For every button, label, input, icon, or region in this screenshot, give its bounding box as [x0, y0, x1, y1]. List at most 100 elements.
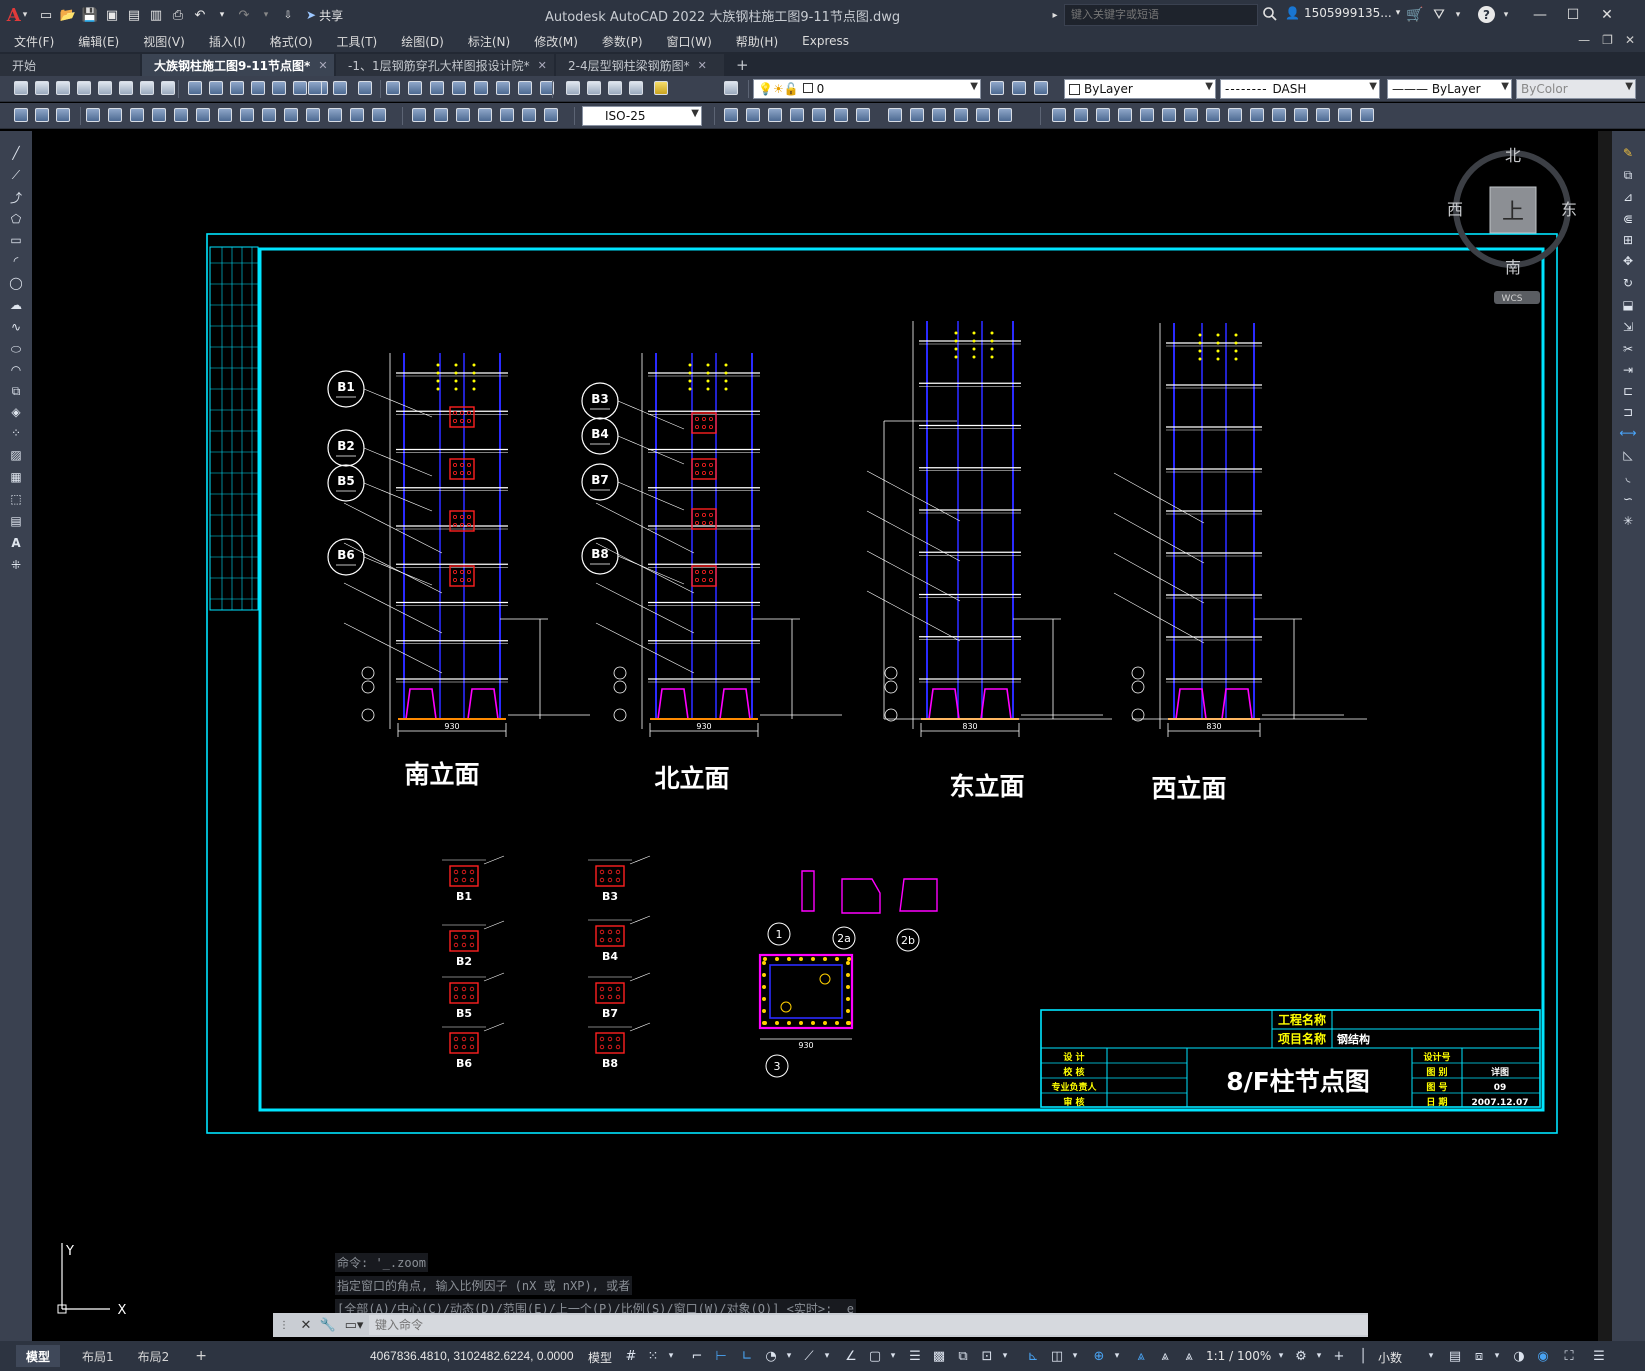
blend-icon[interactable]: ∽	[1620, 491, 1636, 507]
customize-qa-icon[interactable]: ⇩	[278, 5, 298, 25]
menu-modify[interactable]: 修改(M)	[534, 33, 578, 50]
grid-icon[interactable]: #	[622, 1347, 640, 1365]
toolbar-button[interactable]	[326, 106, 344, 124]
rotate-icon[interactable]: ↻	[1620, 275, 1636, 291]
chevron-down-icon[interactable]: ▾	[1497, 6, 1515, 24]
isodraft-icon[interactable]: ⟋	[800, 1347, 818, 1365]
toolbar-button[interactable]	[1138, 106, 1156, 124]
web-mobile-icon[interactable]: ▤	[124, 5, 144, 25]
doc-close-icon[interactable]: ✕	[1625, 33, 1635, 47]
menu-window[interactable]: 窗口(W)	[667, 33, 712, 50]
menu-edit[interactable]: 编辑(E)	[78, 33, 119, 50]
toolbar-button[interactable]	[106, 106, 124, 124]
polyline-icon[interactable]: ⤴	[8, 189, 24, 205]
toolbar-button[interactable]	[410, 106, 428, 124]
menu-insert[interactable]: 插入(I)	[209, 33, 246, 50]
construction-line-icon[interactable]: ⟋	[8, 167, 24, 183]
arc-icon[interactable]: ◜	[8, 253, 24, 269]
close-icon[interactable]: ✕	[295, 1314, 317, 1336]
isolate-objects-icon[interactable]: ◑	[1510, 1347, 1528, 1365]
lineweight-combo[interactable]: ——— ByLayer ▼	[1387, 79, 1512, 99]
region-icon[interactable]: ⬚	[8, 491, 24, 507]
scale-icon[interactable]: ⬓	[1620, 297, 1636, 313]
chevron-down-icon[interactable]: ▾	[996, 1347, 1014, 1365]
toolbar-button[interactable]	[520, 106, 538, 124]
minimize-button[interactable]: —	[1525, 2, 1555, 28]
toolbar-button[interactable]	[54, 106, 72, 124]
array-icon[interactable]: ⊞	[1620, 232, 1636, 248]
rectangle-icon[interactable]: ▭	[8, 232, 24, 248]
open-icon[interactable]: 📂	[58, 5, 78, 25]
save-to-web-icon[interactable]: ▥	[146, 5, 166, 25]
gradient-icon[interactable]: ▦	[8, 469, 24, 485]
multiline-text-icon[interactable]: A	[8, 535, 24, 551]
selection-filter-icon[interactable]: ◫	[1048, 1347, 1066, 1365]
maximize-button[interactable]: ☐	[1558, 2, 1588, 28]
menu-format[interactable]: 格式(O)	[270, 33, 313, 50]
toolbar-button[interactable]	[722, 79, 740, 97]
tab-current-drawing[interactable]: 大族钢柱施工图9-11节点图* ✕	[142, 54, 334, 76]
autodesk-app-icon[interactable]: ⛛	[1430, 6, 1448, 24]
grip-icon[interactable]: ⋮	[273, 1314, 295, 1336]
annotation-visibility-icon[interactable]: ⩓	[1132, 1347, 1150, 1365]
toolbar-button[interactable]	[854, 106, 872, 124]
toolbar-button[interactable]	[84, 106, 102, 124]
toolbar-button[interactable]	[33, 106, 51, 124]
toolbar-button[interactable]	[270, 79, 288, 97]
snap-icon[interactable]: ⁙	[644, 1347, 662, 1365]
toolbar-button[interactable]	[652, 79, 670, 97]
chevron-down-icon[interactable]: ▾	[818, 1347, 836, 1365]
toolbar-button[interactable]	[788, 106, 806, 124]
toolbar-button[interactable]	[908, 106, 926, 124]
toolbar-button[interactable]	[974, 106, 992, 124]
drawing-svg[interactable]: 930 B1 B2 B5 B6 南立面 930 B3 B4 B7 B8 北立面 830 东立面 830 西立面…	[32, 131, 1612, 1341]
toolbar-button[interactable]	[128, 106, 146, 124]
make-block-icon[interactable]: ◈	[8, 404, 24, 420]
toolbar-button[interactable]	[744, 106, 762, 124]
toolbar-button[interactable]	[54, 79, 72, 97]
search-input[interactable]	[1064, 4, 1258, 26]
chevron-down-icon[interactable]: ▾	[1272, 1347, 1290, 1365]
toolbar-button[interactable]	[282, 106, 300, 124]
chevron-down-icon[interactable]: ▾	[1422, 1347, 1440, 1365]
transparency-icon[interactable]: ▩	[930, 1347, 948, 1365]
erase-icon[interactable]: ✎	[1620, 145, 1636, 161]
tab-drawing-3[interactable]: 2-4层型钢柱梁钢筋图* ✕	[556, 54, 724, 76]
ellipse-arc-icon[interactable]: ◠	[8, 362, 24, 378]
toolbar-button[interactable]	[1094, 106, 1112, 124]
toolbar-button[interactable]	[12, 79, 30, 97]
graphics-performance-icon[interactable]: ◉	[1534, 1347, 1552, 1365]
save-icon[interactable]: 💾	[80, 5, 100, 25]
new-icon[interactable]: ▭	[36, 5, 56, 25]
help-icon[interactable]: ?	[1478, 6, 1495, 23]
stretch-icon[interactable]: ⇲	[1620, 319, 1636, 335]
toolbar-button[interactable]	[260, 106, 278, 124]
toolbar-button[interactable]	[996, 106, 1014, 124]
toolbar-button[interactable]	[1072, 106, 1090, 124]
toolbar-button[interactable]	[370, 106, 388, 124]
layout-tab-2[interactable]: 布局2	[128, 1345, 180, 1367]
toolbar-button[interactable]	[96, 79, 114, 97]
linetype-combo[interactable]: -------- DASH ▼	[1220, 79, 1380, 99]
doc-restore-icon[interactable]: ❐	[1602, 33, 1613, 47]
customization-menu-icon[interactable]: ☰	[1590, 1347, 1608, 1365]
redo-icon[interactable]: ↷	[234, 5, 254, 25]
toolbar-button[interactable]	[194, 106, 212, 124]
plotstyle-combo[interactable]: ByColor ▼	[1516, 79, 1636, 99]
quick-properties-icon[interactable]: ▤	[1446, 1347, 1464, 1365]
chamfer-icon[interactable]: ◺	[1620, 447, 1636, 463]
toolbar-button[interactable]	[249, 79, 267, 97]
toolbar-button[interactable]	[216, 106, 234, 124]
toolbar-button[interactable]	[159, 79, 177, 97]
toolbar-button[interactable]	[988, 79, 1006, 97]
hatch-icon[interactable]: ▨	[8, 447, 24, 463]
save-as-icon[interactable]: ▣	[102, 5, 122, 25]
menu-dimension[interactable]: 标注(N)	[468, 33, 510, 50]
dynamic-input-icon[interactable]: ⊢	[712, 1347, 730, 1365]
toolbar-button[interactable]	[1226, 106, 1244, 124]
undo-dropdown-icon[interactable]: ▾	[212, 5, 232, 25]
recent-commands-icon[interactable]: ▭▾	[339, 1314, 369, 1336]
fillet-icon[interactable]: ◟	[1620, 469, 1636, 485]
chevron-down-icon[interactable]: ▾	[884, 1347, 902, 1365]
toolbar-button[interactable]	[1292, 106, 1310, 124]
